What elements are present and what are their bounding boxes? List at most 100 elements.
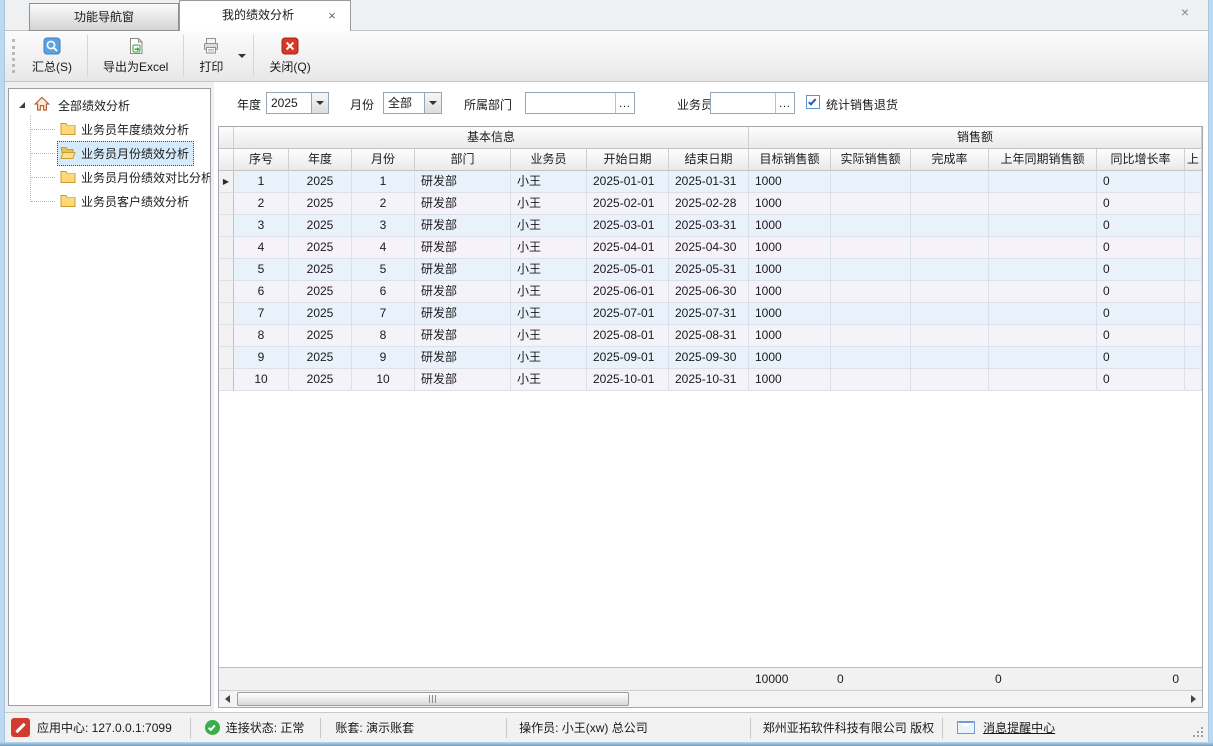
- row-indicator-cell[interactable]: [219, 215, 234, 237]
- table-cell[interactable]: 0: [1097, 237, 1185, 259]
- table-cell[interactable]: 研发部: [415, 215, 511, 237]
- table-row[interactable]: 820258研发部小王2025-08-012025-08-3110000: [219, 325, 1202, 347]
- table-cell[interactable]: 5: [352, 259, 415, 281]
- row-indicator-cell[interactable]: [219, 237, 234, 259]
- table-row[interactable]: 520255研发部小王2025-05-012025-05-3110000: [219, 259, 1202, 281]
- year-combo[interactable]: 2025: [266, 92, 329, 114]
- table-cell[interactable]: 2025-02-01: [587, 193, 669, 215]
- table-cell[interactable]: 小王: [511, 171, 587, 193]
- table-cell[interactable]: 研发部: [415, 237, 511, 259]
- tree-item-customer-analysis[interactable]: 业务员客户绩效分析: [57, 189, 194, 213]
- scroll-left-arrow[interactable]: [219, 691, 236, 707]
- department-browse-button[interactable]: …: [615, 93, 634, 113]
- table-cell[interactable]: 2025: [289, 369, 352, 391]
- table-cell[interactable]: 4: [352, 237, 415, 259]
- table-cell[interactable]: [911, 237, 989, 259]
- column-header[interactable]: 序号: [234, 149, 289, 171]
- table-row[interactable]: 320253研发部小王2025-03-012025-03-3110000: [219, 215, 1202, 237]
- table-cell[interactable]: [989, 303, 1097, 325]
- table-cell[interactable]: 小王: [511, 215, 587, 237]
- column-header[interactable]: 上: [1185, 149, 1202, 171]
- close-icon[interactable]: ×: [1176, 4, 1194, 22]
- horizontal-scrollbar[interactable]: [219, 690, 1202, 707]
- column-header[interactable]: 上年同期销售额: [989, 149, 1097, 171]
- table-cell[interactable]: 2025-03-01: [587, 215, 669, 237]
- table-cell[interactable]: [989, 237, 1097, 259]
- table-cell[interactable]: [911, 281, 989, 303]
- column-header[interactable]: 部门: [415, 149, 511, 171]
- table-cell[interactable]: 10: [234, 369, 289, 391]
- table-cell[interactable]: 0: [1097, 303, 1185, 325]
- table-cell[interactable]: 2025-02-28: [669, 193, 749, 215]
- table-cell[interactable]: [1185, 369, 1202, 391]
- table-cell[interactable]: 2025-05-31: [669, 259, 749, 281]
- table-cell[interactable]: 1000: [749, 259, 831, 281]
- table-cell[interactable]: 研发部: [415, 325, 511, 347]
- table-cell[interactable]: 3: [352, 215, 415, 237]
- table-cell[interactable]: 2025: [289, 303, 352, 325]
- table-cell[interactable]: 2025: [289, 171, 352, 193]
- table-cell[interactable]: 4: [234, 237, 289, 259]
- table-cell[interactable]: 研发部: [415, 303, 511, 325]
- table-cell[interactable]: 研发部: [415, 369, 511, 391]
- table-cell[interactable]: 2025-10-01: [587, 369, 669, 391]
- table-cell[interactable]: 2025-09-01: [587, 347, 669, 369]
- table-cell[interactable]: [831, 193, 911, 215]
- column-header[interactable]: 完成率: [911, 149, 989, 171]
- table-cell[interactable]: 2025-07-31: [669, 303, 749, 325]
- group-header[interactable]: 基本信息: [234, 127, 749, 149]
- row-indicator-cell[interactable]: [219, 281, 234, 303]
- table-cell[interactable]: 2025-06-01: [587, 281, 669, 303]
- table-cell[interactable]: [831, 237, 911, 259]
- summary-button[interactable]: 汇总(S): [21, 33, 83, 79]
- column-header[interactable]: 实际销售额: [831, 149, 911, 171]
- table-cell[interactable]: 2025-05-01: [587, 259, 669, 281]
- table-cell[interactable]: 2025: [289, 237, 352, 259]
- row-indicator-cell[interactable]: ▶: [219, 171, 234, 193]
- tab-close-icon[interactable]: ×: [324, 8, 340, 24]
- table-cell[interactable]: 研发部: [415, 347, 511, 369]
- table-cell[interactable]: [911, 303, 989, 325]
- table-cell[interactable]: 0: [1097, 259, 1185, 281]
- table-cell[interactable]: [989, 281, 1097, 303]
- print-button[interactable]: 打印: [188, 33, 234, 79]
- table-cell[interactable]: 8: [352, 325, 415, 347]
- table-cell[interactable]: 2025: [289, 325, 352, 347]
- tree-expander-icon[interactable]: [19, 102, 25, 108]
- table-cell[interactable]: 小王: [511, 259, 587, 281]
- table-cell[interactable]: 2025: [289, 259, 352, 281]
- table-cell[interactable]: 0: [1097, 347, 1185, 369]
- table-cell[interactable]: [989, 215, 1097, 237]
- table-cell[interactable]: 小王: [511, 281, 587, 303]
- tree-root-all-performance[interactable]: 全部绩效分析: [9, 93, 210, 117]
- table-cell[interactable]: 小王: [511, 325, 587, 347]
- year-combo-dropdown[interactable]: [311, 93, 328, 113]
- column-header[interactable]: 同比增长率: [1097, 149, 1185, 171]
- table-cell[interactable]: [831, 171, 911, 193]
- table-cell[interactable]: 7: [234, 303, 289, 325]
- table-cell[interactable]: [989, 369, 1097, 391]
- toolbar-grip[interactable]: [12, 39, 15, 73]
- table-cell[interactable]: 0: [1097, 281, 1185, 303]
- salesperson-input[interactable]: [711, 93, 775, 113]
- table-cell[interactable]: 小王: [511, 237, 587, 259]
- tab-function-navigation[interactable]: 功能导航窗: [29, 3, 179, 31]
- table-cell[interactable]: 10: [352, 369, 415, 391]
- table-cell[interactable]: [1185, 347, 1202, 369]
- table-cell[interactable]: 小王: [511, 347, 587, 369]
- row-indicator-cell[interactable]: [219, 347, 234, 369]
- table-cell[interactable]: [911, 369, 989, 391]
- table-cell[interactable]: 小王: [511, 193, 587, 215]
- tab-my-performance[interactable]: 我的绩效分析 ×: [179, 0, 351, 31]
- table-row[interactable]: 10202510研发部小王2025-10-012025-10-3110000: [219, 369, 1202, 391]
- table-cell[interactable]: [1185, 325, 1202, 347]
- table-cell[interactable]: 0: [1097, 215, 1185, 237]
- department-field[interactable]: …: [525, 92, 635, 114]
- table-cell[interactable]: 1000: [749, 325, 831, 347]
- table-cell[interactable]: 1000: [749, 215, 831, 237]
- table-cell[interactable]: 研发部: [415, 171, 511, 193]
- table-cell[interactable]: 6: [352, 281, 415, 303]
- table-cell[interactable]: 2025-06-30: [669, 281, 749, 303]
- returns-checkbox[interactable]: [806, 95, 820, 109]
- table-cell[interactable]: [831, 325, 911, 347]
